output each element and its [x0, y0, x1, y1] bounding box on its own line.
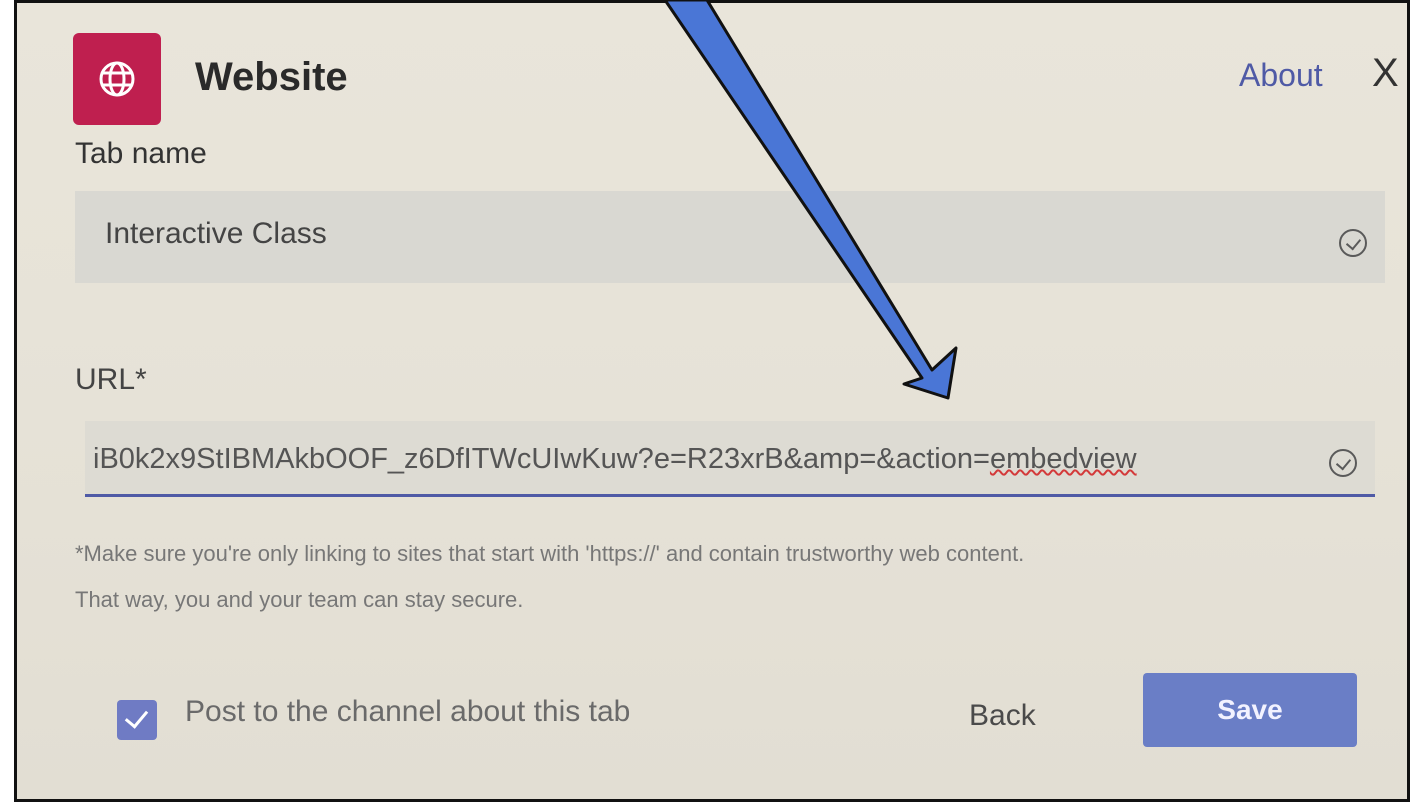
url-value-misspelled: embedview: [989, 443, 1137, 475]
about-link[interactable]: About: [1239, 57, 1323, 94]
url-input[interactable]: iB0k2x9StIBMAkbOOF_z6DfITWcUIwKuw?e=R23x…: [85, 421, 1375, 497]
security-note: *Make sure you're only linking to sites …: [75, 531, 1395, 623]
tab-name-label: Tab name: [75, 137, 207, 170]
url-label: URL*: [75, 363, 147, 396]
post-to-channel-checkbox[interactable]: [117, 700, 157, 740]
save-button[interactable]: Save: [1143, 673, 1357, 747]
url-value-main: iB0k2x9StIBMAkbOOF_z6DfITWcUIwKuw?e=R23x…: [93, 443, 990, 475]
dialog-title: Website: [195, 55, 348, 99]
globe-icon: [99, 61, 135, 97]
back-button[interactable]: Back: [969, 699, 1036, 733]
tab-name-value: Interactive Class: [105, 217, 327, 250]
dialog-frame: Website About X Tab name Interactive Cla…: [14, 0, 1410, 802]
website-app-icon: [73, 33, 161, 125]
post-to-channel-label[interactable]: Post to the channel about this tab: [185, 695, 630, 729]
tab-name-input[interactable]: Interactive Class: [75, 191, 1385, 283]
security-note-line1: *Make sure you're only linking to sites …: [75, 541, 1025, 566]
close-icon[interactable]: X: [1372, 53, 1399, 93]
check-circle-icon: [1339, 229, 1367, 257]
url-value: iB0k2x9StIBMAkbOOF_z6DfITWcUIwKuw?e=R23x…: [93, 443, 1137, 476]
security-note-line2: That way, you and your team can stay sec…: [75, 587, 524, 612]
check-circle-icon: [1329, 449, 1357, 477]
